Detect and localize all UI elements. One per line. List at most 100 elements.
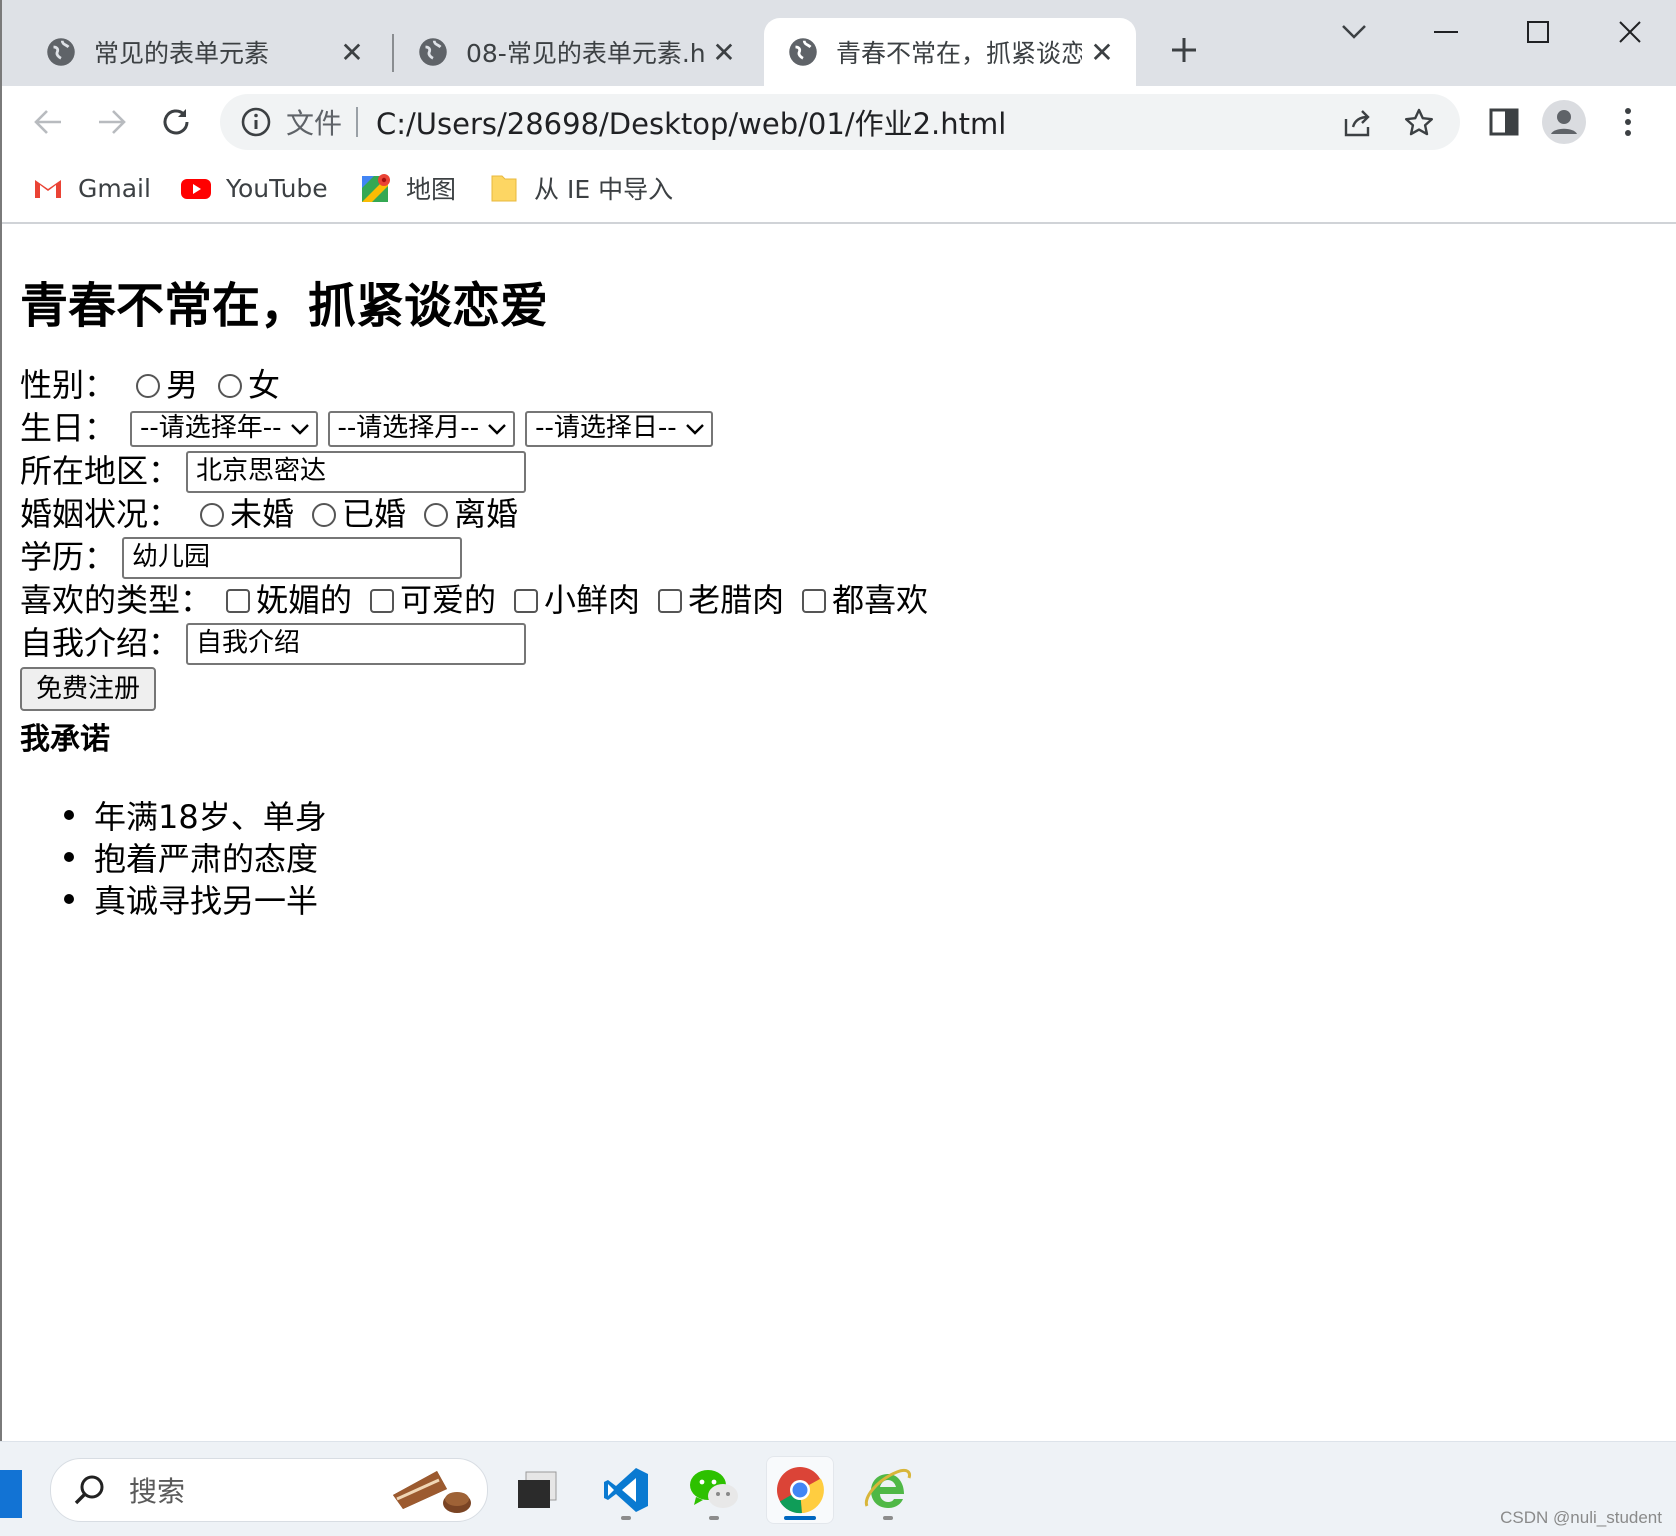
taskbar-search[interactable]: 搜索 [50, 1458, 488, 1522]
education-label: 学历： [20, 538, 117, 576]
birth-month-select[interactable]: --请选择月-- [327, 410, 516, 447]
vscode-icon [604, 1468, 648, 1512]
gender-female-radio[interactable] [218, 373, 243, 398]
browser-toolbar: 文件 C:/Users/28698/Desktop/web/01/作业2.htm… [2, 86, 1676, 156]
reload-icon[interactable] [154, 100, 198, 144]
register-button[interactable]: 免费注册 [20, 667, 157, 711]
minimize-icon[interactable] [1416, 12, 1476, 52]
close-tab-icon[interactable]: ✕ [708, 36, 740, 69]
gender-label: 性别： [20, 366, 117, 404]
preference-option-label: 老腊肉 [688, 581, 785, 619]
page-title: 青春不常在，抓紧谈恋爱 [20, 278, 549, 334]
gender-option-label: 女 [248, 366, 281, 404]
education-input[interactable]: 幼儿园 [122, 536, 463, 579]
tab-3-active[interactable]: 青春不常在，抓紧谈恋 ✕ [764, 18, 1136, 86]
preference-option-label: 都喜欢 [832, 581, 929, 619]
ie-app[interactable] [854, 1456, 922, 1524]
globe-icon [419, 38, 447, 66]
chrome-app[interactable] [766, 1456, 834, 1524]
gender-row: 性别： 男 女 [20, 364, 932, 407]
ie-icon [864, 1468, 911, 1508]
birth-day-select[interactable]: --请选择日-- [525, 410, 713, 447]
running-indicator [784, 1516, 816, 1520]
chevron-down-icon [488, 423, 506, 435]
preference-option-label: 妩媚的 [256, 581, 353, 619]
start-button[interactable] [0, 1470, 22, 1518]
tab-title: 08-常见的表单元素.htr [466, 39, 706, 68]
birthday-row: 生日： --请选择年-- --请选择月-- --请选择日-- [20, 407, 932, 450]
marital-divorced-radio[interactable] [424, 502, 449, 527]
preference-checkbox[interactable] [370, 588, 395, 613]
pledge-list: 年满18岁、单身 抱着严肃的态度 真诚寻找另一半 [64, 794, 327, 920]
tab-2[interactable]: 08-常见的表单元素.htr ✕ [378, 18, 758, 86]
bookmark-star-icon[interactable] [1402, 106, 1436, 140]
vscode-app[interactable] [592, 1456, 660, 1524]
registration-form: 性别： 男 女 生日： --请选择年-- --请选择月-- --请选择日-- 所… [20, 364, 932, 711]
marital-option-label: 已婚 [342, 495, 407, 533]
browser-window: 常见的表单元素 ✕ 08-常见的表单元素.htr ✕ 青春不常在，抓紧谈恋 ✕ [0, 0, 1676, 1441]
url-text[interactable]: C:/Users/28698/Desktop/web/01/作业2.html [376, 101, 1006, 143]
gender-option-label: 男 [166, 366, 199, 404]
forward-icon[interactable] [90, 100, 134, 144]
select-value: --请选择年-- [140, 413, 282, 443]
marital-option-label: 未婚 [230, 495, 295, 533]
pledge-heading: 我承诺 [20, 722, 110, 757]
maps-icon [362, 174, 390, 202]
maximize-icon[interactable] [1508, 12, 1568, 52]
chrome-icon [777, 1467, 824, 1514]
profile-avatar[interactable] [1542, 100, 1586, 144]
address-bar[interactable]: 文件 C:/Users/28698/Desktop/web/01/作业2.htm… [220, 94, 1460, 150]
share-icon[interactable] [1340, 106, 1374, 140]
cake-illustration-icon [393, 1471, 471, 1513]
side-panel-icon[interactable] [1482, 100, 1526, 144]
gender-male-radio[interactable] [136, 373, 161, 398]
running-indicator [621, 1516, 631, 1520]
tab-1[interactable]: 常见的表单元素 ✕ [6, 18, 386, 86]
bookmarks-bar: Gmail YouTube 地图 从 IE 中导入 [2, 156, 1676, 224]
bookmark-label: YouTube [226, 173, 328, 203]
bookmark-maps[interactable]: 地图 [360, 170, 456, 206]
submit-row: 免费注册 [20, 665, 932, 711]
close-tab-icon[interactable]: ✕ [336, 36, 368, 69]
preference-checkbox[interactable] [514, 588, 539, 613]
omnibox-divider [356, 107, 359, 137]
search-placeholder: 搜索 [129, 1475, 186, 1508]
birthday-label: 生日： [20, 409, 117, 447]
new-tab-icon[interactable] [1164, 30, 1204, 70]
site-info-icon[interactable] [240, 106, 272, 138]
running-indicator [883, 1516, 893, 1520]
bookmark-ie-import-folder[interactable]: 从 IE 中导入 [488, 170, 673, 206]
marital-option-label: 离婚 [454, 495, 519, 533]
menu-kebab-icon[interactable] [1606, 100, 1650, 144]
preference-checkbox[interactable] [226, 588, 251, 613]
marital-row: 婚姻状况： 未婚 已婚 离婚 [20, 493, 932, 536]
back-icon[interactable] [26, 100, 70, 144]
gmail-icon [34, 178, 62, 199]
marital-label: 婚姻状况： [20, 495, 181, 533]
bookmark-label: 从 IE 中导入 [534, 175, 674, 204]
preference-checkbox[interactable] [802, 588, 827, 613]
marital-single-radio[interactable] [200, 502, 225, 527]
close-tab-icon[interactable]: ✕ [1086, 36, 1118, 69]
task-view-icon [518, 1471, 557, 1508]
task-view-app[interactable] [504, 1456, 572, 1524]
marital-married-radio[interactable] [312, 502, 337, 527]
running-indicator [709, 1516, 719, 1520]
bookmark-label: 地图 [406, 175, 457, 204]
list-item: 抱着严肃的态度 [64, 836, 327, 878]
list-item: 年满18岁、单身 [64, 794, 327, 836]
search-icon [74, 1475, 104, 1505]
preference-checkbox[interactable] [658, 588, 683, 613]
bookmark-gmail[interactable]: Gmail [32, 170, 151, 206]
chevron-down-icon [685, 423, 704, 435]
window-close-icon[interactable] [1600, 12, 1660, 52]
folder-icon [491, 175, 517, 202]
tab-search-chevron-down-icon[interactable] [1324, 12, 1384, 52]
wechat-app[interactable] [680, 1456, 748, 1524]
bookmark-youtube[interactable]: YouTube [180, 170, 328, 206]
birth-year-select[interactable]: --请选择年-- [130, 410, 318, 447]
tab-bar: 常见的表单元素 ✕ 08-常见的表单元素.htr ✕ 青春不常在，抓紧谈恋 ✕ [2, 0, 1676, 86]
intro-input[interactable]: 自我介绍 [186, 622, 527, 665]
region-input[interactable]: 北京思密达 [186, 450, 527, 493]
preference-option-label: 小鲜肉 [544, 581, 641, 619]
